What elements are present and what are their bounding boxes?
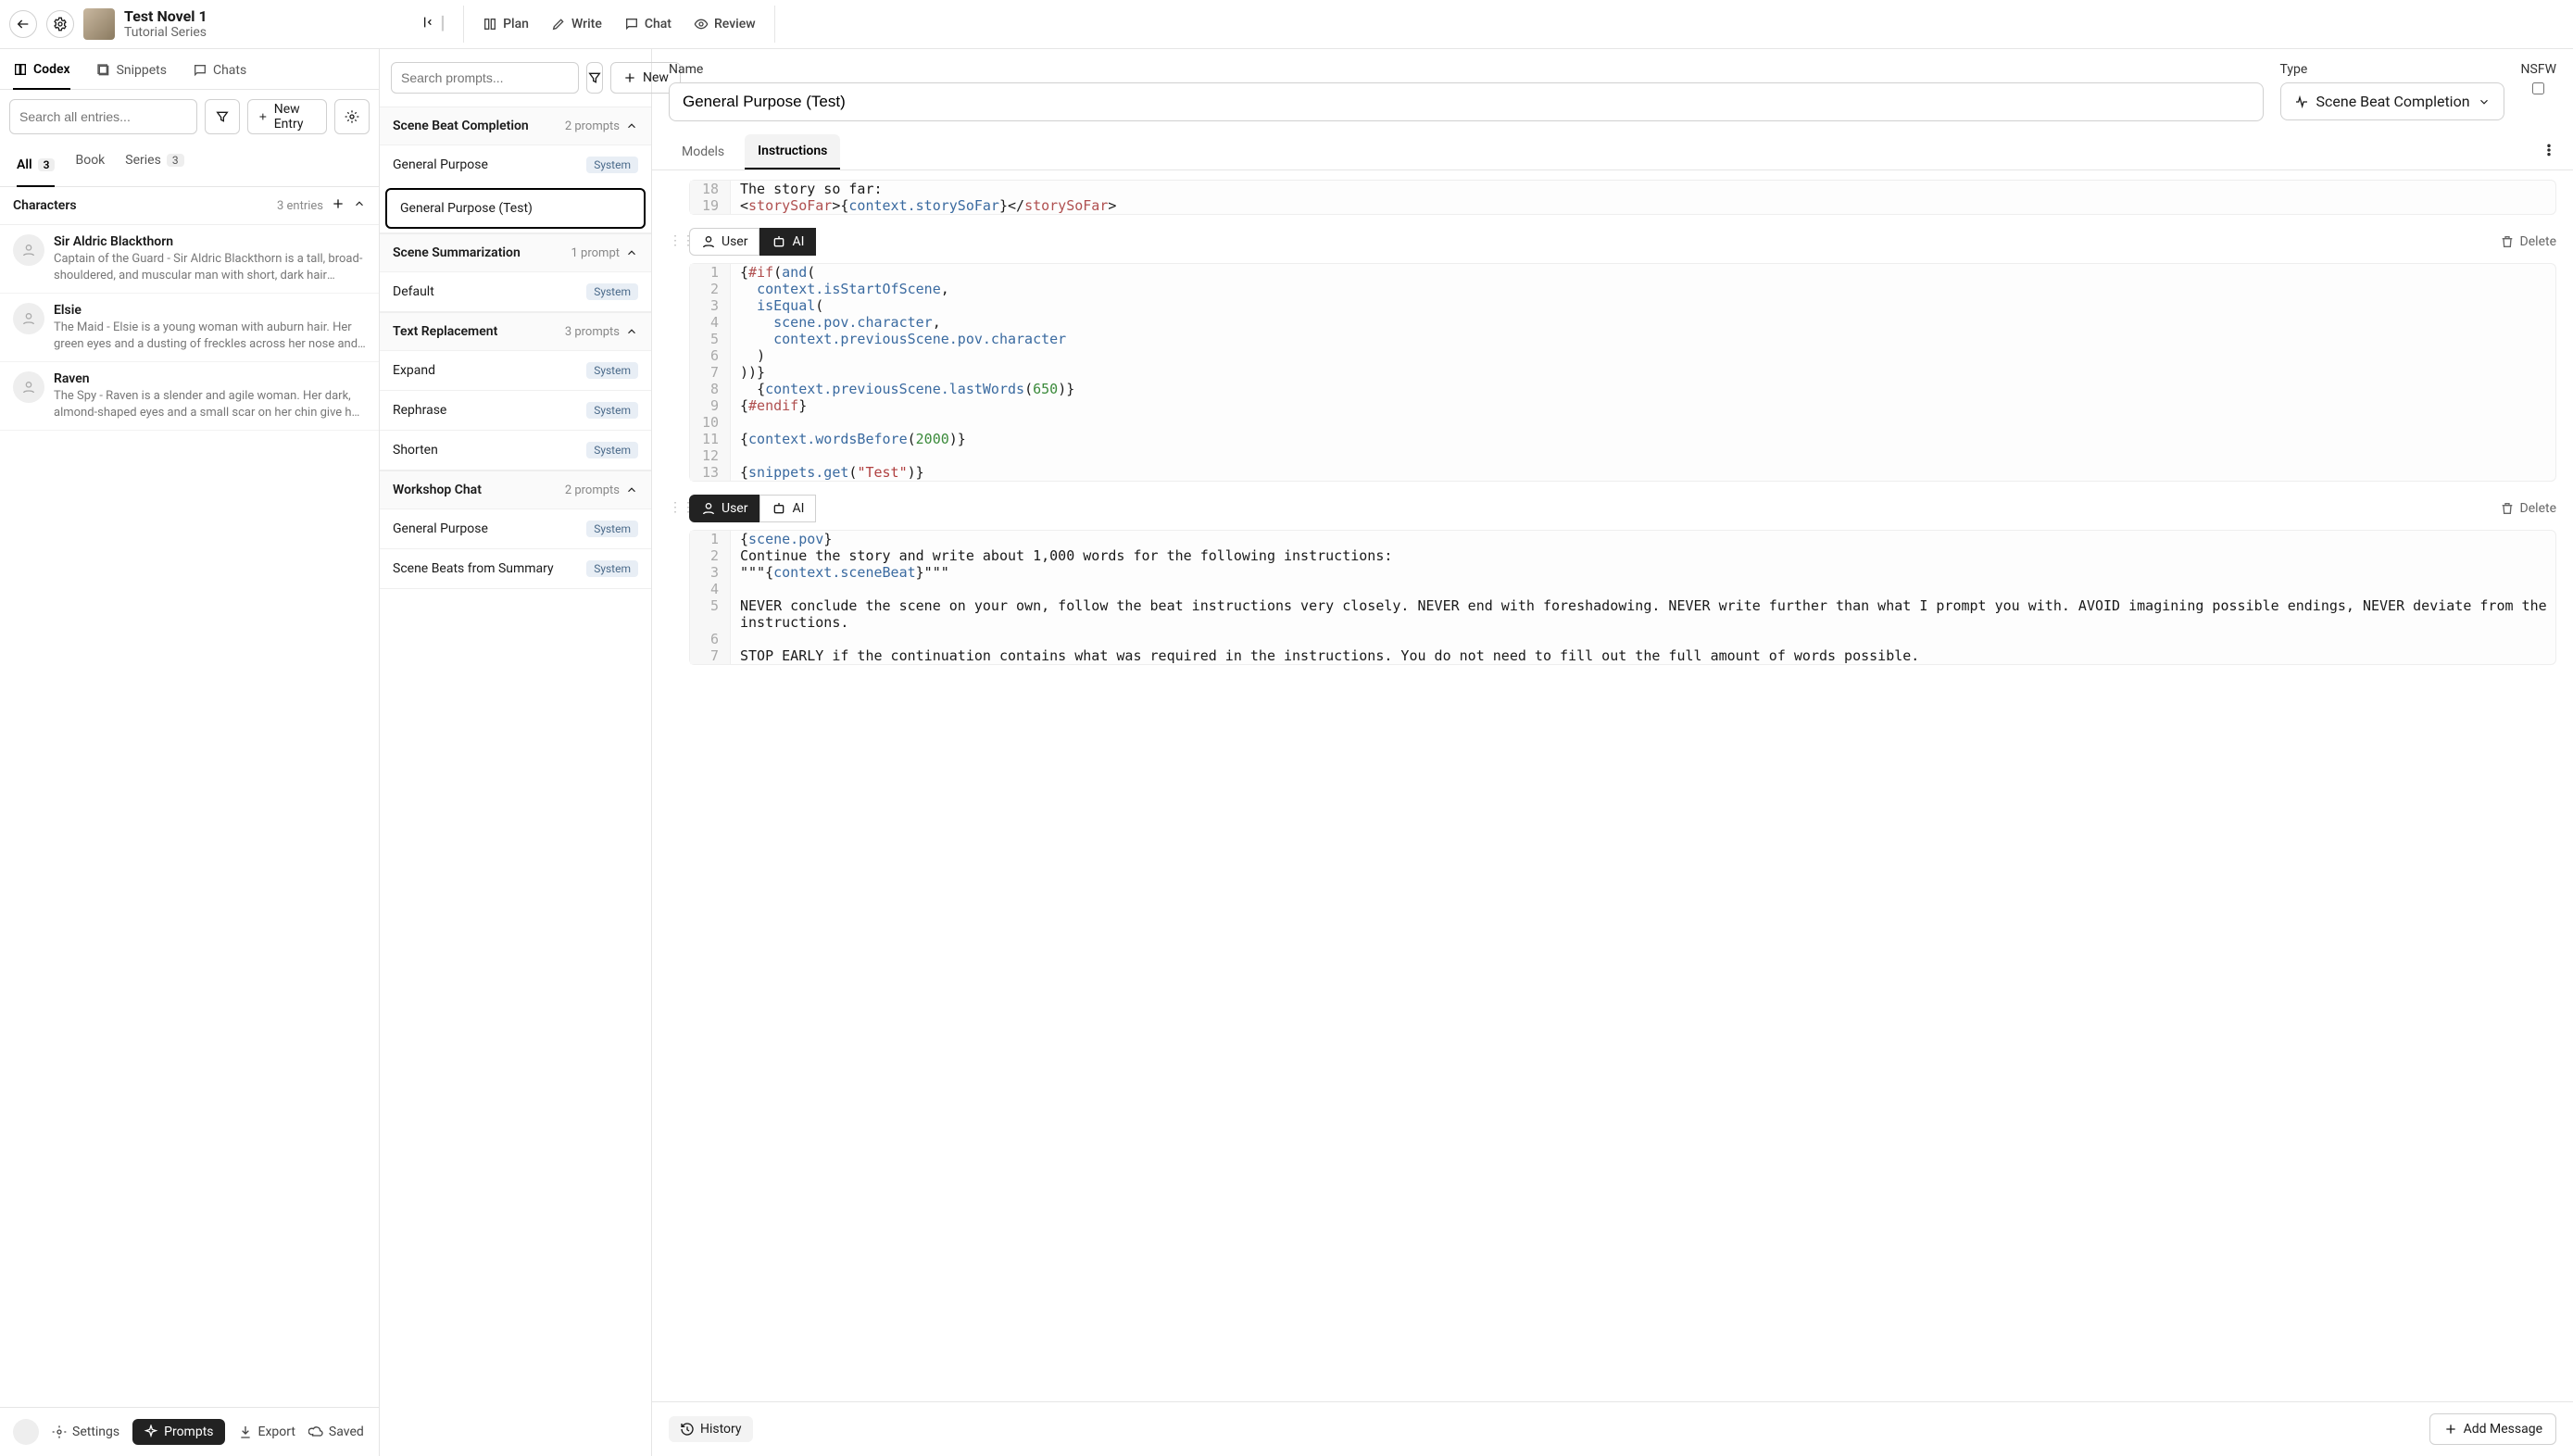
filter-series[interactable]: Series3 [125,153,183,177]
type-select[interactable]: Scene Beat Completion [2280,82,2504,120]
entry-desc: Captain of the Guard - Sir Aldric Blackt… [54,251,366,283]
divider-icon: ┃ [439,17,446,31]
system-tag: System [586,362,638,379]
prompt-item[interactable]: General Purpose (Test) [385,188,646,229]
prompt-item[interactable]: Scene Beats from SummarySystem [380,548,651,588]
prelude-code[interactable]: 18The story so far:19<storySoFar>{contex… [689,180,2556,215]
codex-search-input[interactable] [9,99,197,134]
drag-handle-icon[interactable]: ⋮⋮ [669,233,695,248]
mode-review[interactable]: Review [694,17,756,31]
prompt-group-header[interactable]: Scene Beat Completion 2 prompts [380,107,651,144]
role-user-toggle[interactable]: User [689,228,759,256]
tab-snippets[interactable]: Snippets [96,62,167,89]
type-label: Type [2280,62,2504,77]
filter-button[interactable] [205,99,240,134]
novel-title: Test Novel 1 [124,7,207,25]
subtab-instructions[interactable]: Instructions [745,134,840,169]
prompt-item[interactable]: General PurposeSystem [380,508,651,548]
footer-export[interactable]: Export [238,1425,295,1439]
system-tag: System [586,283,638,300]
subtab-models[interactable]: Models [669,135,737,169]
role-user-toggle[interactable]: User [689,495,759,522]
role-ai-toggle[interactable]: AI [759,228,816,256]
system-tag: System [586,402,638,419]
nsfw-label: NSFW [2521,62,2556,77]
prompt-group-header[interactable]: Text Replacement 3 prompts [380,312,651,350]
role-ai-toggle[interactable]: AI [759,495,816,522]
filter-book[interactable]: Book [75,153,105,177]
chevron-up-icon [625,483,638,496]
section-characters-title: Characters [13,198,77,213]
name-label: Name [669,62,2264,77]
drag-handle-icon[interactable]: ⋮⋮ [669,500,695,515]
codex-entry[interactable]: Sir Aldric Blackthorn Captain of the Gua… [0,225,379,294]
avatar-icon [13,371,44,403]
delete-message-button[interactable]: Delete [2500,501,2556,516]
mode-chat[interactable]: Chat [624,17,671,31]
add-character-icon[interactable] [331,196,345,215]
entry-name: Raven [54,371,366,386]
prompt-name-input[interactable] [669,82,2264,121]
history-button[interactable]: History [669,1416,753,1442]
avatar-icon [13,234,44,266]
codex-entry[interactable]: Raven The Spy - Raven is a slender and a… [0,362,379,431]
settings-icon-button[interactable] [46,10,74,38]
footer-saved[interactable]: Saved [308,1425,364,1439]
system-tag: System [586,560,638,577]
book-thumbnail[interactable] [83,8,115,40]
back-button[interactable] [9,10,37,38]
tab-chats[interactable]: Chats [193,62,246,89]
chevron-down-icon [2478,95,2491,108]
prompt-search-input[interactable] [391,62,579,94]
more-menu-icon[interactable] [2542,143,2556,161]
entry-desc: The Maid - Elsie is a young woman with a… [54,320,366,352]
prompt-group-header[interactable]: Workshop Chat 2 prompts [380,471,651,508]
collapse-section-icon[interactable] [353,197,366,214]
new-entry-button[interactable]: New Entry [247,99,327,134]
tab-codex[interactable]: Codex [13,62,70,90]
add-message-button[interactable]: Add Message [2429,1413,2556,1445]
user-avatar[interactable] [13,1419,39,1445]
collapse-left-icon[interactable] [420,15,435,33]
entry-desc: The Spy - Raven is a slender and agile w… [54,388,366,420]
mode-plan[interactable]: Plan [483,17,529,31]
footer-settings[interactable]: Settings [52,1425,119,1439]
delete-message-button[interactable]: Delete [2500,234,2556,249]
pulse-icon [2294,94,2309,109]
message-1-code[interactable]: 1{#if(and(2 context.isStartOfScene,3 isE… [689,263,2556,482]
system-tag: System [586,521,638,537]
section-count: 3 entries [277,199,323,213]
prompt-group-header[interactable]: Scene Summarization 1 prompt [380,233,651,271]
series-title: Tutorial Series [124,25,207,41]
filter-all[interactable]: All3 [17,153,55,187]
entry-name: Sir Aldric Blackthorn [54,234,366,249]
system-tag: System [586,442,638,458]
footer-prompts[interactable]: Prompts [132,1419,224,1445]
prompt-item[interactable]: General PurposeSystem [380,144,651,184]
mode-write[interactable]: Write [551,17,602,31]
message-2-code[interactable]: 1{scene.pov}2Continue the story and writ… [689,530,2556,665]
system-tag: System [586,157,638,173]
prompt-item[interactable]: RephraseSystem [380,390,651,430]
avatar-icon [13,303,44,334]
codex-entry[interactable]: Elsie The Maid - Elsie is a young woman … [0,294,379,362]
prompt-filter-button[interactable] [586,62,603,94]
chevron-up-icon [625,119,638,132]
chevron-up-icon [625,325,638,338]
prompt-item[interactable]: DefaultSystem [380,271,651,311]
nsfw-checkbox[interactable] [2532,82,2544,94]
entry-name: Elsie [54,303,366,318]
prompt-item[interactable]: ExpandSystem [380,350,651,390]
prompt-item[interactable]: ShortenSystem [380,430,651,470]
codex-settings-button[interactable] [334,99,370,134]
chevron-up-icon [625,246,638,259]
